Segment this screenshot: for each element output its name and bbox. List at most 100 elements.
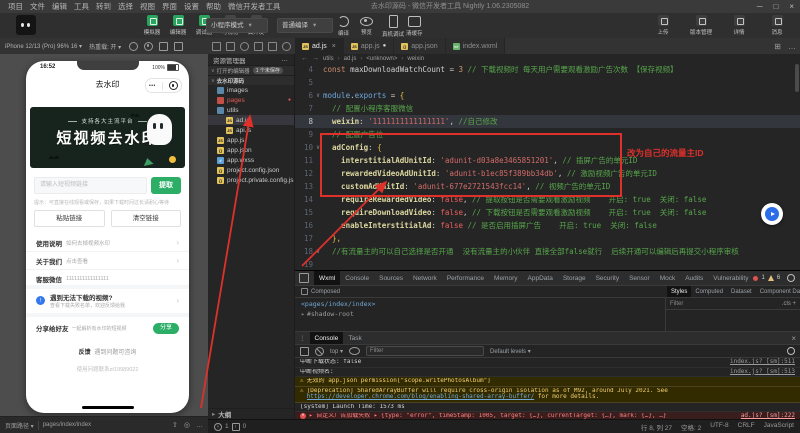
log-levels-selector[interactable]: Default levels ▾ (490, 348, 531, 355)
cls-button[interactable]: .cls + (782, 301, 796, 307)
style-tab-dataset[interactable]: Dataset (727, 286, 756, 297)
fold-icon[interactable]: ∨ (313, 141, 323, 154)
menu-项目[interactable]: 项目 (8, 1, 23, 12)
file-item-project.private.config.js...[interactable]: {} project.private.config.js... (208, 175, 294, 185)
project-section[interactable]: ∨ 去水印源码 (208, 75, 294, 85)
preview-button[interactable]: 预览 (360, 14, 373, 36)
file-item-project.config.json[interactable]: {} project.config.json (208, 165, 294, 175)
style-tab-computed[interactable]: Computed (691, 286, 727, 297)
device-frame-icon[interactable] (159, 41, 169, 51)
toolbar-action-详情[interactable]: 详情 (724, 14, 754, 36)
devtools-tab-audits[interactable]: Audits (680, 271, 708, 285)
search-icon[interactable] (240, 41, 249, 51)
console-sidebar-icon[interactable] (300, 346, 309, 356)
file-item-app.js[interactable]: JS app.js (208, 135, 294, 145)
git-icon[interactable] (254, 41, 263, 51)
feedback-line[interactable]: 反馈 遇到问题可咨询 (26, 347, 189, 356)
device-debug-button[interactable]: 真机调试 (382, 14, 404, 38)
multi-window-icon[interactable] (174, 41, 184, 51)
file-item-app.wxss[interactable]: # app.wxss (208, 155, 294, 165)
user-avatar[interactable] (16, 15, 36, 35)
eye-icon[interactable]: ◎ (184, 421, 190, 429)
close-button[interactable]: × (789, 2, 794, 11)
compile-dropdown[interactable]: 普通编译 ▾ (277, 18, 333, 33)
inspect-device-icon[interactable] (299, 273, 309, 283)
share-path-icon[interactable]: ⇧ (172, 421, 178, 429)
list-item-关于我们[interactable]: 关于我们 点击查看 › (26, 252, 189, 270)
fold-icon[interactable]: ∨ (313, 89, 323, 102)
menu-工具[interactable]: 工具 (74, 1, 89, 12)
exit-button[interactable] (168, 81, 178, 90)
devtools-tab-appdata[interactable]: AppData (523, 271, 558, 285)
hot-reload-toggle[interactable]: 热重载: 开 ▾ (89, 42, 121, 51)
record-icon[interactable] (144, 41, 154, 51)
share-button[interactable]: 分享 (153, 322, 179, 334)
toolbar-mode-模拟器[interactable]: 模拟器 (142, 14, 162, 36)
devtools-tab-mock[interactable]: Mock (655, 271, 681, 285)
console-log[interactable]: 中断下载状态: false index.js? [sm]:511 (295, 358, 800, 368)
tab-ad.js[interactable]: JS ad.js × (295, 38, 344, 54)
styles-filter-input[interactable]: Filter (670, 301, 683, 307)
language-mode[interactable]: JavaScript (764, 422, 794, 432)
log-link[interactable]: https://developer.chrome.com/blog/enabli… (307, 393, 535, 400)
page-path-dropdown[interactable]: 页面路径 ▾ (5, 421, 34, 430)
log-source-link[interactable]: index.js? [sm]:513 (724, 368, 795, 376)
menu-微信开发者工具[interactable]: 微信开发者工具 (228, 1, 281, 12)
menu-文件[interactable]: 文件 (30, 1, 45, 12)
file-item-ad.js[interactable]: JS ad.js (208, 115, 294, 125)
help-card[interactable]: ! 遇到无法下载的视频? 查看下载失败名单，欢迎反馈给我 › (26, 290, 189, 311)
toolbar-mode-编辑器[interactable]: 编辑器 (168, 14, 188, 36)
outline-section[interactable]: ▸ 大纲 (208, 408, 294, 419)
console-log[interactable]: [system] Launch Time: 1573 ms (295, 403, 800, 412)
menu-编辑[interactable]: 编辑 (52, 1, 67, 12)
devtools-tab-console[interactable]: Console (340, 271, 374, 285)
list-item-使用说明[interactable]: 使用说明 如何去掉视频水印 › (26, 234, 189, 252)
console-settings-icon[interactable] (787, 347, 795, 355)
more-icon[interactable]: … (196, 422, 203, 429)
toolbar-action-版本管理[interactable]: 版本管理 (686, 14, 716, 36)
split-editor-icon[interactable]: ⊞ (774, 42, 781, 51)
console-tab-console[interactable]: Console (309, 332, 344, 344)
devtools-tab-vulnerability[interactable]: Vulnerability (708, 271, 753, 285)
devtools-tab-sensor[interactable]: Sensor (624, 271, 655, 285)
code-line-15[interactable]: 15 requireDownloadVideo: false, // 下载按钮是… (295, 206, 800, 219)
explorer-more-icon[interactable]: … (282, 56, 290, 63)
dom-tree[interactable]: <pages/index/index> ▸ #shadow-root (295, 298, 665, 331)
code-line-4[interactable]: 4 const maxDownloadWatchCount = 3 // 下载视频… (295, 63, 800, 76)
maximize-button[interactable]: □ (773, 2, 778, 11)
code-line-12[interactable]: 12 rewardedVideoAdUnitId: 'adunit-b1ec85… (295, 167, 800, 180)
cursor-position[interactable]: 行 8, 列 27 (641, 422, 672, 432)
clear-link-button[interactable]: 清空链接 (110, 210, 181, 227)
extract-button[interactable]: 提取 (151, 177, 181, 194)
file-item-api.js[interactable]: JS api.js (208, 125, 294, 135)
file-item-pages[interactable]: pages ● (208, 95, 294, 105)
breadcrumb-item[interactable]: ad.js (344, 56, 357, 62)
breadcrumb-item[interactable]: weixin (407, 56, 424, 62)
back-icon[interactable]: ← (301, 55, 308, 62)
forward-icon[interactable]: → (312, 55, 319, 62)
code-line-13[interactable]: 13 customAdUnitId: 'adunit-677e2721543fc… (295, 180, 800, 193)
collapse-icon[interactable] (268, 41, 277, 51)
toolbar-action-上传[interactable]: 上传 (648, 14, 678, 36)
breadcrumb-item[interactable]: <unknown> (366, 56, 397, 62)
toolbar-action-消息[interactable]: 消息 (762, 14, 792, 36)
device-selector[interactable]: iPhone 12/13 (Pro) 96% 16 ▾ (5, 43, 82, 50)
mode-dropdown[interactable]: 小程序模式 ▾ (206, 18, 268, 33)
devtools-settings-icon[interactable] (787, 274, 796, 282)
console-log[interactable]: ⚠ [Deprecation] SharedArrayBuffer will re… (295, 386, 800, 403)
console-tab-task[interactable]: Task (343, 332, 366, 344)
cloud-icon[interactable] (282, 41, 291, 51)
eol-setting[interactable]: CRLF (738, 422, 755, 432)
style-tab-component-data[interactable]: Component Data (756, 286, 800, 297)
rotate-icon[interactable] (129, 41, 139, 51)
current-page-path[interactable]: pages/index/index (43, 422, 91, 428)
menu-视图[interactable]: 视图 (140, 1, 155, 12)
compile-button[interactable]: 编译 (338, 14, 349, 37)
editor-scrollbar[interactable] (795, 64, 799, 92)
code-line-5[interactable]: 5 (295, 76, 800, 89)
console-filter-input[interactable]: Filter (366, 346, 485, 356)
code-line-17[interactable]: 17 }, (295, 232, 800, 245)
style-tab-styles[interactable]: Styles (667, 286, 692, 297)
shadow-root-node[interactable]: ▸ #shadow-root (301, 310, 665, 318)
devtools-tab-network[interactable]: Network (408, 271, 442, 285)
